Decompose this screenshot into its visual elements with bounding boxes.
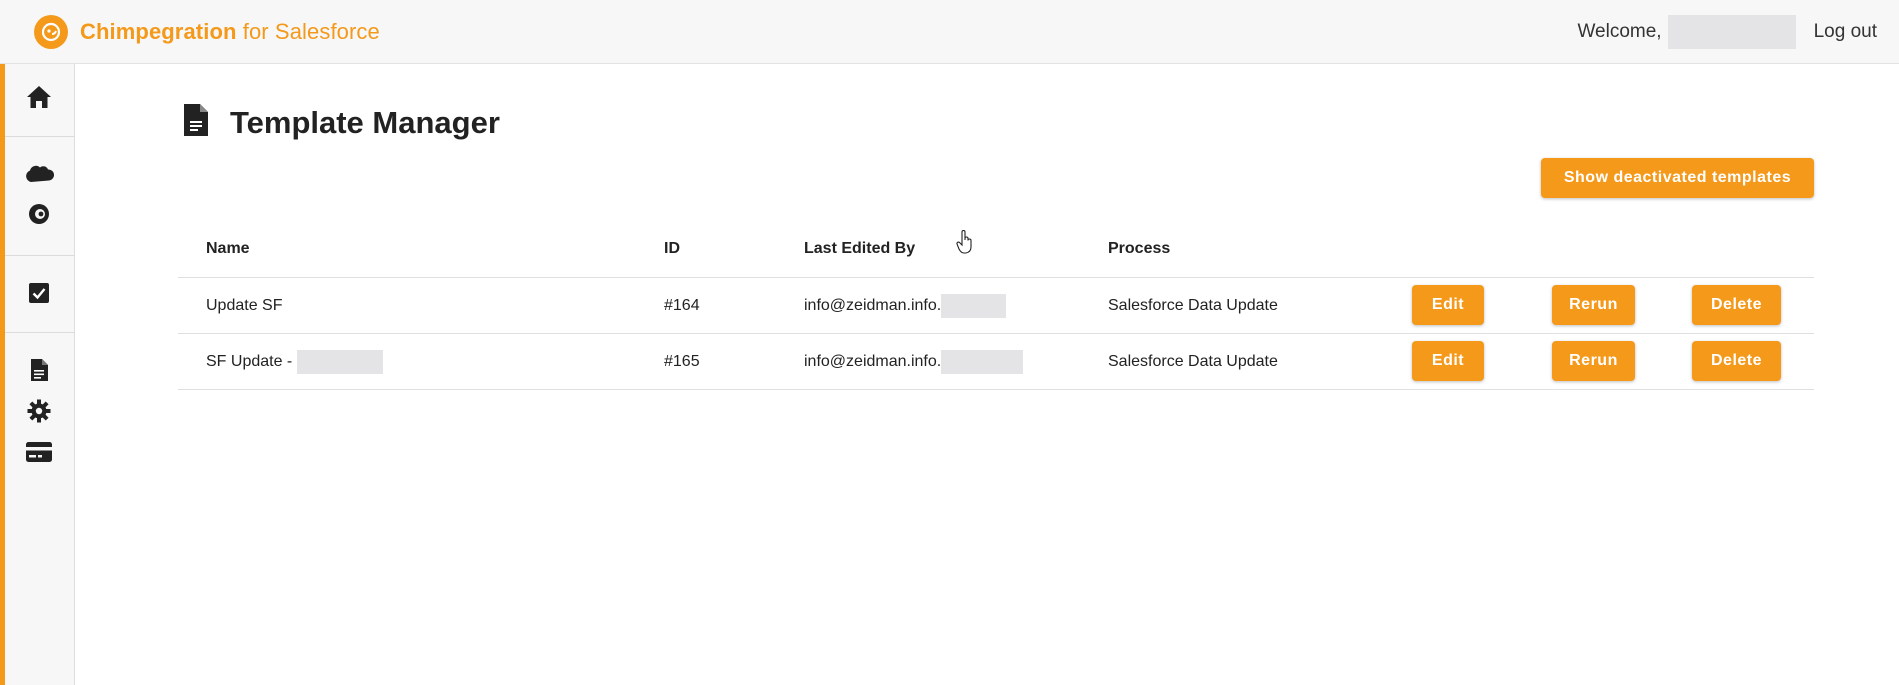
brand[interactable]: Chimpegration for Salesforce — [34, 14, 380, 49]
sidebar-divider — [5, 136, 75, 137]
rerun-button[interactable]: Rerun — [1552, 285, 1635, 325]
brand-name-rest: for Salesforce — [236, 18, 380, 44]
delete-button[interactable]: Delete — [1692, 285, 1781, 325]
welcome-text: Welcome, — [1577, 21, 1662, 42]
document-icon[interactable] — [22, 353, 56, 387]
template-name: SF Update - — [206, 352, 297, 370]
page-header: Template Manager — [182, 103, 500, 142]
edit-button[interactable]: Edit — [1412, 285, 1484, 325]
template-id: #165 — [664, 352, 700, 370]
delete-button[interactable]: Delete — [1692, 341, 1781, 381]
chimp-logo-icon — [34, 14, 68, 49]
sidebar-divider — [5, 255, 75, 256]
home-icon[interactable] — [22, 80, 56, 114]
mailchimp-icon[interactable] — [22, 197, 56, 231]
template-name: Update SF — [206, 296, 283, 314]
redacted-text — [941, 293, 1007, 318]
checkbox-icon[interactable] — [22, 276, 56, 310]
column-header-id: ID — [664, 239, 680, 257]
last-edited-by-cell: info@zeidman.info. — [804, 278, 1007, 333]
templates-table: Name ID Last Edited By Process Update SF… — [178, 220, 1814, 390]
table-header-row: Name ID Last Edited By Process — [178, 220, 1814, 278]
edit-button[interactable]: Edit — [1412, 341, 1484, 381]
hand-cursor-icon — [956, 230, 974, 259]
table-row: SF Update - #165 info@zeidman.info. Sale… — [178, 334, 1814, 390]
brand-name-bold: Chimpegration — [80, 18, 237, 44]
last-edited-by: info@zeidman.info. — [804, 296, 942, 314]
rerun-button[interactable]: Rerun — [1552, 341, 1635, 381]
credit-card-icon[interactable] — [22, 435, 56, 469]
redacted-text — [941, 349, 1024, 374]
last-edited-by-cell: info@zeidman.info. — [804, 334, 1024, 389]
show-deactivated-templates-button[interactable]: Show deactivated templates — [1541, 158, 1814, 198]
sidebar — [0, 64, 75, 685]
redacted-username — [1667, 15, 1796, 49]
page-title: Template Manager — [230, 104, 500, 140]
top-bar: Chimpegration for Salesforce Welcome, Lo… — [0, 0, 1899, 64]
template-id: #164 — [664, 296, 700, 314]
column-header-process: Process — [1108, 239, 1171, 257]
redacted-text — [296, 349, 383, 374]
template-process: Salesforce Data Update — [1108, 352, 1278, 370]
document-icon — [182, 103, 210, 142]
brand-name: Chimpegration for Salesforce — [80, 19, 380, 45]
salesforce-cloud-icon[interactable] — [22, 157, 56, 191]
template-process: Salesforce Data Update — [1108, 296, 1278, 314]
gear-icon[interactable] — [22, 394, 56, 428]
table-row: Update SF #164 info@zeidman.info. Salesf… — [178, 278, 1814, 334]
template-name-cell: SF Update - — [206, 334, 383, 389]
logout-link[interactable]: Log out — [1814, 21, 1877, 43]
last-edited-by: info@zeidman.info. — [804, 352, 942, 370]
column-header-name: Name — [206, 239, 250, 257]
column-header-last-edited-by: Last Edited By — [804, 239, 916, 257]
sidebar-divider — [5, 332, 75, 333]
